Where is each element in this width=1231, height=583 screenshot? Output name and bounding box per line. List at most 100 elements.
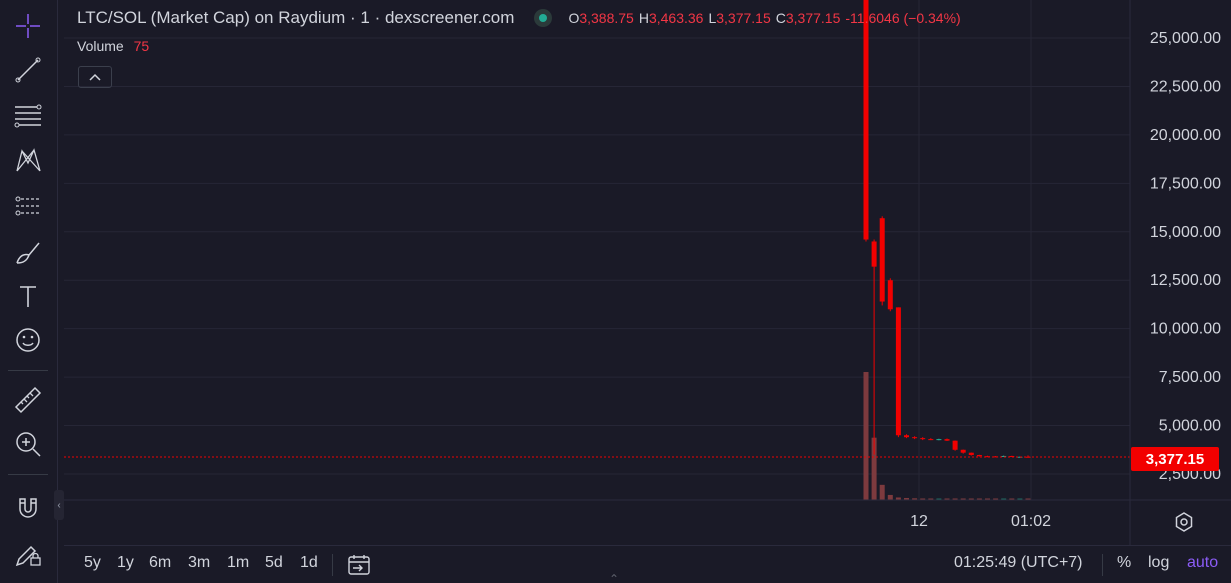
- bottom-divider: [1102, 554, 1103, 576]
- price-tick-label: 17,500.00: [1150, 175, 1221, 192]
- candle-body: [904, 435, 909, 438]
- low-label: L: [708, 10, 717, 26]
- fib-tool[interactable]: [8, 96, 48, 132]
- last-price-label: 3,377.15: [1131, 447, 1219, 471]
- text-icon: [20, 286, 36, 307]
- pattern-tool[interactable]: [8, 142, 48, 178]
- candle-body: [895, 307, 901, 436]
- bottom-divider: [332, 554, 333, 576]
- zoom-in-icon: [16, 432, 41, 457]
- market-status-dot: [534, 9, 553, 27]
- prediction-tool[interactable]: [8, 188, 48, 224]
- time-tick-label: 12: [910, 513, 928, 530]
- candle-body: [928, 439, 934, 441]
- chart-legend: LTC/SOL (Market Cap) on Raydium · 1 · de…: [77, 6, 966, 30]
- candle-body: [960, 449, 966, 453]
- log-toggle[interactable]: log: [1148, 554, 1169, 572]
- price-tick-label: 10,000.00: [1150, 321, 1221, 338]
- grid-lines: [64, 0, 1130, 500]
- status-icon: [539, 14, 548, 22]
- candle-body: [920, 438, 926, 440]
- trend-line-tool[interactable]: [8, 52, 48, 88]
- close-label: C: [775, 10, 786, 26]
- candle-body: [871, 241, 877, 267]
- price-tick-label: 12,500.00: [1150, 272, 1221, 289]
- emoji-icon: [16, 328, 40, 352]
- candles: [863, 0, 1031, 458]
- high-value: 3,463.36: [648, 10, 704, 26]
- prediction-icon: [15, 196, 40, 216]
- chevron-left-icon: ‹: [57, 499, 61, 511]
- range-1d-button[interactable]: 1d: [300, 554, 318, 572]
- candle-body: [944, 439, 950, 441]
- open-label: O: [568, 10, 580, 26]
- candle-body: [936, 439, 942, 441]
- magnet-icon: [19, 498, 37, 518]
- text-tool[interactable]: [8, 278, 48, 314]
- candle-body: [968, 452, 974, 456]
- range-6m-button[interactable]: 6m: [149, 554, 171, 572]
- clock-timezone[interactable]: 01:25:49 (UTC+7): [954, 554, 1083, 572]
- low-value: 3,377.15: [716, 10, 771, 26]
- crosshair-tool[interactable]: [8, 8, 48, 44]
- time-axis[interactable]: 12 01:02: [910, 513, 1051, 530]
- close-value: 3,377.15: [785, 10, 841, 26]
- fib-icon: [14, 104, 42, 128]
- high-label: H: [638, 10, 649, 26]
- emoji-tool[interactable]: [8, 322, 48, 358]
- candle-body: [887, 280, 893, 310]
- ruler-tool[interactable]: [8, 382, 48, 418]
- magnet-tool[interactable]: [8, 490, 48, 526]
- range-5y-button[interactable]: 5y: [84, 554, 101, 572]
- range-3m-button[interactable]: 3m: [188, 554, 210, 572]
- crosshair-icon: [16, 14, 40, 38]
- zoom-in-tool[interactable]: [8, 426, 48, 462]
- time-tick-label: 01:02: [1011, 513, 1051, 530]
- volume-bar: [879, 484, 885, 500]
- range-1m-button[interactable]: 1m: [227, 554, 249, 572]
- toolbar-divider: [8, 370, 48, 371]
- pattern-icon: [16, 148, 41, 172]
- volume-label[interactable]: Volume: [77, 38, 124, 54]
- chevron-up-icon: [89, 73, 101, 81]
- price-tick-label: 22,500.00: [1150, 78, 1221, 95]
- bottom-toolbar: 5y 1y 6m 3m 1m 5d 1d ⌃ 01:25:49 (UTC+7) …: [64, 545, 1231, 583]
- lock-drawings-tool[interactable]: [8, 536, 48, 572]
- chart-area[interactable]: 2,500.00 5,000.00 7,500.00 10,000.00 12,500.…: [64, 0, 1231, 545]
- volume-bars: [863, 372, 1031, 500]
- price-tick-label: 7,500.00: [1159, 369, 1221, 386]
- volume-value: 75: [133, 38, 150, 54]
- price-axis[interactable]: 2,500.005,000.007,500.0010,000.0012,500.…: [64, 0, 1231, 545]
- candle-body: [912, 437, 918, 439]
- candle-body: [976, 455, 982, 457]
- candle-body: [863, 0, 869, 240]
- volume-bar: [887, 494, 893, 500]
- range-5d-button[interactable]: 5d: [265, 554, 283, 572]
- candle-body: [952, 440, 958, 450]
- drawing-toolbar: [0, 0, 58, 583]
- percent-toggle[interactable]: %: [1117, 554, 1131, 572]
- auto-toggle[interactable]: auto: [1187, 554, 1218, 572]
- toolbar-divider: [8, 474, 48, 475]
- calendar-goto-icon[interactable]: [346, 553, 372, 577]
- trend-line-icon: [15, 57, 41, 83]
- ruler-icon: [14, 386, 42, 414]
- symbol-title[interactable]: LTC/SOL (Market Cap) on Raydium · 1 · de…: [77, 8, 514, 28]
- range-1y-button[interactable]: 1y: [117, 554, 134, 572]
- collapse-toolbar-button[interactable]: ‹: [54, 490, 64, 520]
- open-value: 3,388.75: [579, 10, 634, 26]
- price-chart[interactable]: 2,500.005,000.007,500.0010,000.0012,500.…: [64, 0, 1231, 545]
- price-tick-label: 5,000.00: [1159, 418, 1221, 435]
- price-tick-label: 25,000.00: [1150, 30, 1221, 47]
- pane-resize-icon[interactable]: ⌃: [609, 572, 619, 583]
- settings-icon[interactable]: [1172, 510, 1196, 534]
- candle-body: [879, 218, 885, 302]
- change-value: -11.6046 (−0.34%): [845, 10, 961, 26]
- brush-tool[interactable]: [8, 234, 48, 270]
- brush-icon: [16, 242, 40, 264]
- price-tick-label: 15,000.00: [1150, 224, 1221, 241]
- collapse-legend-button[interactable]: [78, 66, 112, 88]
- price-tick-label: 20,000.00: [1150, 127, 1221, 144]
- volume-bar: [863, 372, 869, 500]
- lock-drawings-icon: [15, 545, 41, 567]
